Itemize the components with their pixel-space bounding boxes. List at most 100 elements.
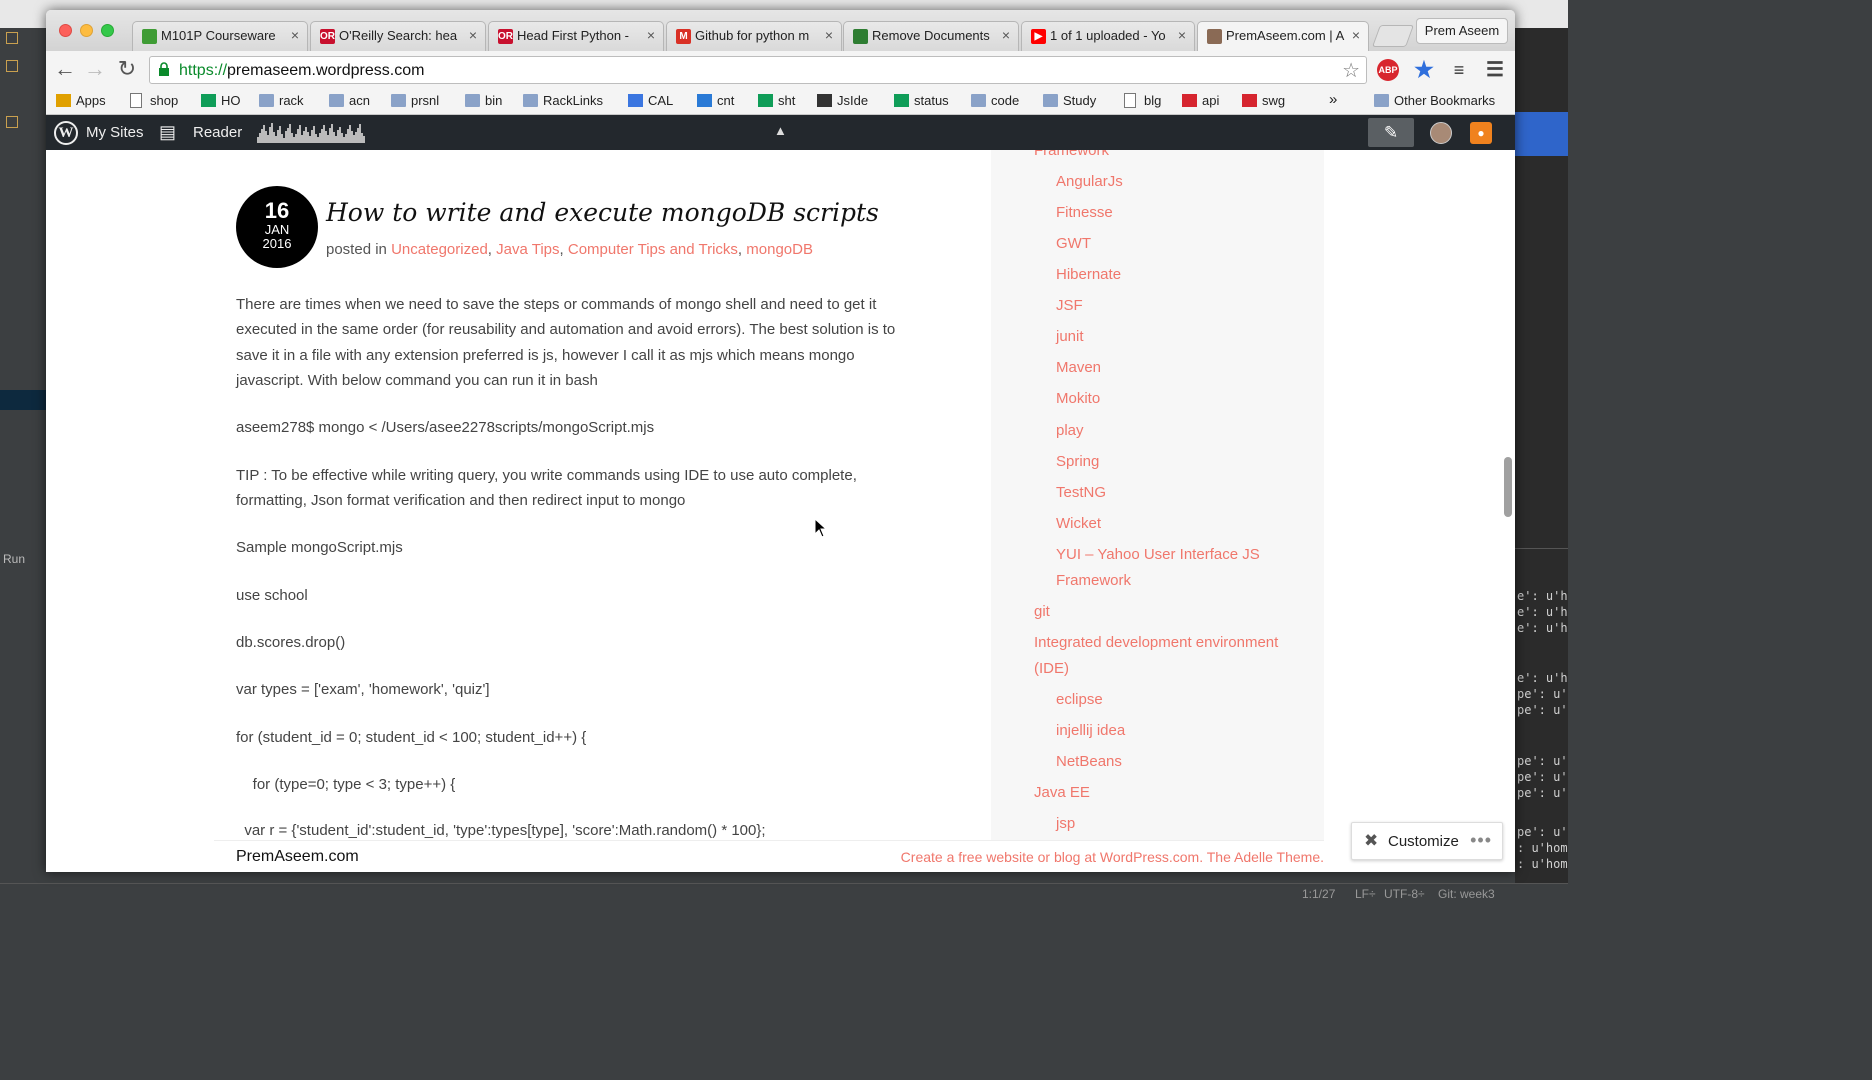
tab-close-icon[interactable]: × xyxy=(469,27,477,43)
bookmark-status[interactable]: status xyxy=(894,93,949,108)
bookmark-star-icon[interactable]: ☆ xyxy=(1342,58,1360,83)
category-link[interactable]: mongoDB xyxy=(746,241,813,258)
bookmark-api[interactable]: api xyxy=(1182,93,1219,108)
sidebar-category-link[interactable]: GWT xyxy=(1056,235,1091,252)
bookmarks-overflow-button[interactable]: » xyxy=(1329,91,1337,108)
sidebar-category-link[interactable]: Mokito xyxy=(1056,390,1100,407)
browser-tab[interactable]: PremAseem.com | A × xyxy=(1197,21,1369,51)
bookmark-acn[interactable]: acn xyxy=(329,93,370,108)
close-window-button[interactable] xyxy=(59,24,72,37)
sidebar-category-link[interactable]: Maven xyxy=(1056,359,1101,376)
browser-tab[interactable]: ▶ 1 of 1 uploaded - Yo × xyxy=(1021,21,1195,51)
bookmark-code[interactable]: code xyxy=(971,93,1019,108)
avatar[interactable] xyxy=(1430,122,1452,144)
more-dots-icon[interactable]: ••• xyxy=(1470,830,1492,851)
status-line-ending[interactable]: LF÷ xyxy=(1355,887,1376,901)
browser-tab[interactable]: M Github for python m × xyxy=(666,21,842,51)
bookmark-blg[interactable]: blg xyxy=(1124,93,1161,108)
tab-close-icon[interactable]: × xyxy=(647,27,655,43)
extension-icon[interactable]: ≡ xyxy=(1448,59,1470,81)
bookmark-cal[interactable]: CAL xyxy=(628,93,673,108)
page-scrollbar[interactable] xyxy=(1504,457,1512,517)
bookmark-rack[interactable]: rack xyxy=(259,93,304,108)
write-post-button[interactable]: ✎ xyxy=(1368,118,1414,147)
sidebar-category-link[interactable]: eclipse xyxy=(1056,691,1103,708)
browser-tab[interactable]: M101P Courseware × xyxy=(132,21,308,51)
customize-button[interactable]: ✖ Customize ••• xyxy=(1351,822,1503,860)
notifications-icon[interactable]: ● xyxy=(1470,122,1492,144)
category-link[interactable]: Uncategorized xyxy=(391,241,488,258)
adblock-icon[interactable]: ABP xyxy=(1377,59,1399,81)
sidebar-category-link[interactable]: (IDE) xyxy=(1034,660,1069,677)
category-link[interactable]: Java Tips xyxy=(496,241,559,258)
sidebar-category-link[interactable]: junit xyxy=(1056,328,1084,345)
forward-arrow-icon[interactable]: → xyxy=(83,58,107,80)
bookmark-bin[interactable]: bin xyxy=(465,93,502,108)
sidebar-category-link[interactable]: Hibernate xyxy=(1056,266,1121,283)
sidebar-category-link[interactable]: jsp xyxy=(1056,815,1075,832)
browser-tab[interactable]: OR O'Reilly Search: hea × xyxy=(310,21,486,51)
sidebar-category-link[interactable]: AngularJs xyxy=(1056,173,1123,190)
sidebar-category-link[interactable]: JSF xyxy=(1056,297,1083,314)
bookmark-apps[interactable]: Apps xyxy=(56,93,106,108)
address-bar[interactable]: https://premaseem.wordpress.com ☆ xyxy=(149,56,1367,84)
bookmark-racklinks[interactable]: RackLinks xyxy=(523,93,603,108)
sidebar-category-link[interactable]: Framework xyxy=(1056,572,1131,589)
post-body-line: db.scores.drop() xyxy=(236,634,346,651)
sidebar-category-link[interactable]: YUI – Yahoo User Interface JS xyxy=(1056,546,1260,563)
tab-close-icon[interactable]: × xyxy=(825,27,833,43)
sidebar-category-link[interactable]: Integrated development environment xyxy=(1034,634,1278,651)
footer-site-name[interactable]: PremAseem.com xyxy=(236,848,359,866)
lock-icon xyxy=(159,62,169,76)
wordpress-logo-icon[interactable]: W xyxy=(54,121,78,145)
bookmark-cnt[interactable]: cnt xyxy=(697,93,734,108)
tab-close-icon[interactable]: × xyxy=(1002,27,1010,43)
bookmark-sht[interactable]: sht xyxy=(758,93,795,108)
sidebar-category-link[interactable]: Fitnesse xyxy=(1056,204,1113,221)
status-git-branch[interactable]: Git: week3 xyxy=(1438,887,1495,901)
stats-sparkline[interactable] xyxy=(257,123,365,143)
menu-icon[interactable]: ☰ xyxy=(1484,59,1506,81)
my-sites-link[interactable]: My Sites xyxy=(86,124,144,141)
browser-tab[interactable]: OR Head First Python - × xyxy=(488,21,664,51)
status-encoding[interactable]: UTF-8÷ xyxy=(1384,887,1425,901)
folder-icon xyxy=(971,94,986,107)
reload-icon[interactable]: ↻ xyxy=(115,58,139,80)
bookmark-shop[interactable]: shop xyxy=(130,93,178,108)
post-body-line: javascript. With below command you can r… xyxy=(236,372,598,389)
sidebar-category-link[interactable]: Java EE xyxy=(1034,784,1090,801)
sidebar-category-link[interactable]: play xyxy=(1056,422,1084,439)
new-tab-button[interactable] xyxy=(1371,25,1415,47)
tab-close-icon[interactable]: × xyxy=(1178,27,1186,43)
bookmark-prsnl[interactable]: prsnl xyxy=(391,93,439,108)
sidebar-category-link[interactable]: injellij idea xyxy=(1056,722,1125,739)
sidebar-category-link[interactable]: NetBeans xyxy=(1056,753,1122,770)
bookmark-swg[interactable]: swg xyxy=(1242,93,1285,108)
profile-button[interactable]: Prem Aseem xyxy=(1416,18,1508,44)
back-arrow-icon[interactable]: ← xyxy=(53,58,77,80)
tab-close-icon[interactable]: × xyxy=(1352,27,1360,43)
bookmark-ho[interactable]: HO xyxy=(201,93,241,108)
sidebar-category-link[interactable]: Spring xyxy=(1056,453,1099,470)
sidebar-category-link[interactable]: Wicket xyxy=(1056,515,1101,532)
bookmark-manager-icon[interactable]: ★ xyxy=(1413,59,1435,81)
minimize-window-button[interactable] xyxy=(80,24,93,37)
reader-icon[interactable]: ▤ xyxy=(159,122,176,143)
other-bookmarks[interactable]: Other Bookmarks xyxy=(1374,93,1495,108)
console-line: : u'hom xyxy=(1517,841,1568,855)
sidebar-category-link[interactable]: Framework xyxy=(1034,150,1109,159)
blog-page: 16 JAN 2016 How to write and execute mon… xyxy=(46,150,1515,872)
zoom-window-button[interactable] xyxy=(101,24,114,37)
reader-link[interactable]: Reader xyxy=(193,124,242,141)
sidebar-category-link[interactable]: git xyxy=(1034,603,1050,620)
sidebar-category-link[interactable]: TestNG xyxy=(1056,484,1106,501)
bookmark-study[interactable]: Study xyxy=(1043,93,1096,108)
category-link[interactable]: Computer Tips and Tricks xyxy=(568,241,738,258)
collapse-arrow-icon[interactable]: ▲ xyxy=(774,123,787,138)
bookmark-jside[interactable]: JsIde xyxy=(817,93,868,108)
browser-tab[interactable]: Remove Documents × xyxy=(843,21,1019,51)
footer-credit[interactable]: Create a free website or blog at WordPre… xyxy=(901,849,1324,865)
post-title[interactable]: How to write and execute mongoDB scripts xyxy=(326,198,879,227)
tab-close-icon[interactable]: × xyxy=(291,27,299,43)
console-line: pe': u' xyxy=(1517,786,1568,800)
